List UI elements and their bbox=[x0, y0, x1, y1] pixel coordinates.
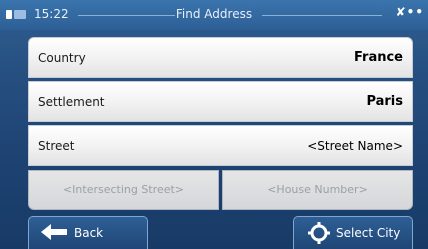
gps-signal-icon: ✘•• bbox=[395, 5, 424, 19]
house-number-button[interactable]: <House Number> bbox=[222, 170, 413, 210]
street-label: Street bbox=[38, 139, 75, 153]
screen-title: Find Address bbox=[175, 7, 253, 21]
select-city-button[interactable]: Select City bbox=[293, 216, 413, 249]
back-button-label: Back bbox=[74, 226, 104, 240]
settlement-value: Paris bbox=[366, 94, 403, 109]
settlement-row[interactable]: Settlement Paris bbox=[28, 81, 413, 122]
street-value: <Street Name> bbox=[307, 139, 403, 153]
country-label: Country bbox=[38, 51, 86, 65]
select-city-label: Select City bbox=[336, 226, 401, 240]
intersecting-street-button[interactable]: <Intersecting Street> bbox=[28, 170, 219, 210]
title-divider-right bbox=[262, 15, 382, 16]
settlement-label: Settlement bbox=[38, 95, 105, 109]
street-row[interactable]: Street <Street Name> bbox=[28, 125, 413, 166]
find-address-screen: 15:22 Find Address ✘•• Country France Se… bbox=[0, 0, 428, 249]
back-button[interactable]: Back bbox=[28, 216, 148, 249]
country-value: France bbox=[353, 50, 403, 65]
left-arrow-icon bbox=[41, 224, 67, 240]
status-bar: 15:22 Find Address ✘•• bbox=[0, 0, 428, 30]
crosshair-target-icon bbox=[308, 222, 330, 244]
country-row[interactable]: Country France bbox=[28, 37, 413, 78]
bottom-bar: Back Select City bbox=[0, 212, 428, 249]
